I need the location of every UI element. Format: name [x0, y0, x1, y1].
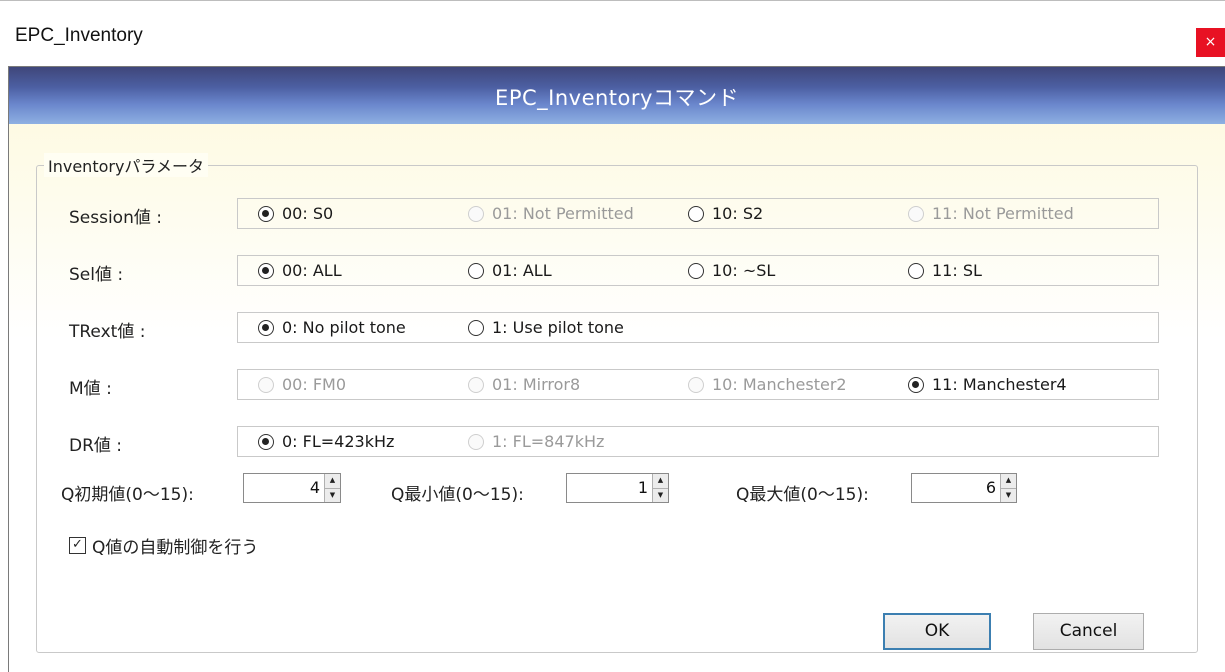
dr-option-1[interactable]: 1: FL=847kHz	[468, 432, 604, 451]
radio-icon	[688, 205, 704, 222]
inventory-parameters-group: Inventoryパラメータ	[36, 153, 1198, 653]
trext-option-0[interactable]: 0: No pilot tone	[258, 318, 406, 337]
sel-option-11[interactable]: 11: SL	[908, 261, 982, 280]
m-label: M値 :	[69, 379, 112, 399]
radio-icon	[258, 205, 274, 222]
option-label: 11: Manchester4	[932, 375, 1067, 394]
radio-icon	[258, 319, 274, 336]
option-label: 00: FM0	[282, 375, 347, 394]
sel-radio-group: 00: ALL 01: ALL 10: ~SL 11: SL	[237, 255, 1159, 286]
session-option-01[interactable]: 01: Not Permitted	[468, 204, 634, 223]
q-max-label: Q最大値(0〜15):	[736, 485, 869, 505]
session-radio-group: 00: S0 01: Not Permitted 10: S2 11: Not …	[237, 198, 1159, 229]
session-option-11[interactable]: 11: Not Permitted	[908, 204, 1074, 223]
trext-label: TRext値 :	[69, 322, 146, 342]
q-min-spinner[interactable]: 1 ▲ ▼	[566, 473, 669, 503]
radio-icon	[908, 376, 924, 393]
spin-up-icon[interactable]: ▲	[325, 474, 340, 489]
option-label: 00: S0	[282, 204, 334, 223]
radio-icon	[258, 262, 274, 279]
auto-q-control-checkbox[interactable]: ✓ Q値の自動制御を行う	[69, 533, 258, 558]
trext-radio-group: 0: No pilot tone 1: Use pilot tone	[237, 312, 1159, 343]
option-label: 1: FL=847kHz	[492, 432, 605, 451]
m-option-11[interactable]: 11: Manchester4	[908, 375, 1067, 394]
dr-label: DR値 :	[69, 436, 123, 456]
radio-icon	[468, 205, 484, 222]
ok-button[interactable]: OK	[883, 613, 991, 650]
option-label: 10: Manchester2	[712, 375, 847, 394]
session-option-10[interactable]: 10: S2	[688, 204, 763, 223]
q-min-value[interactable]: 1	[567, 474, 652, 502]
check-icon[interactable]: ✓	[69, 537, 86, 554]
q-max-spinner[interactable]: 6 ▲ ▼	[911, 473, 1017, 503]
session-option-00[interactable]: 00: S0	[258, 204, 333, 223]
radio-icon	[468, 376, 484, 393]
option-label: 11: SL	[932, 261, 982, 280]
m-option-10[interactable]: 10: Manchester2	[688, 375, 847, 394]
spinner-arrows[interactable]: ▲ ▼	[652, 474, 668, 502]
banner-title: EPC_Inventoryコマンド	[495, 86, 739, 110]
option-label: 01: Not Permitted	[492, 204, 634, 223]
option-label: 10: S2	[712, 204, 764, 223]
q-initial-spinner[interactable]: 4 ▲ ▼	[243, 473, 341, 503]
sel-option-10[interactable]: 10: ~SL	[688, 261, 775, 280]
radio-icon	[908, 205, 924, 222]
close-button[interactable]: ×	[1196, 28, 1225, 57]
title-bar: EPC_Inventory ×	[0, 0, 1225, 66]
group-legend: Inventoryパラメータ	[44, 153, 208, 177]
trext-option-1[interactable]: 1: Use pilot tone	[468, 318, 624, 337]
m-option-00[interactable]: 00: FM0	[258, 375, 346, 394]
option-label: 00: ALL	[282, 261, 342, 280]
auto-q-control-label: Q値の自動制御を行う	[92, 538, 259, 558]
m-radio-group: 00: FM0 01: Mirror8 10: Manchester2 11: …	[237, 369, 1159, 400]
option-label: 1: Use pilot tone	[492, 318, 624, 337]
option-label: 10: ~SL	[712, 261, 776, 280]
cancel-button[interactable]: Cancel	[1033, 613, 1144, 650]
spin-up-icon[interactable]: ▲	[653, 474, 668, 489]
sel-option-00[interactable]: 00: ALL	[258, 261, 342, 280]
sel-option-01[interactable]: 01: ALL	[468, 261, 552, 280]
spin-down-icon[interactable]: ▼	[325, 488, 340, 502]
radio-icon	[258, 376, 274, 393]
radio-icon	[908, 262, 924, 279]
radio-icon	[688, 376, 704, 393]
radio-icon	[468, 433, 484, 450]
spinner-arrows[interactable]: ▲ ▼	[324, 474, 340, 502]
option-label: 0: FL=423kHz	[282, 432, 395, 451]
m-option-01[interactable]: 01: Mirror8	[468, 375, 580, 394]
close-icon: ×	[1204, 34, 1217, 50]
q-min-label: Q最小値(0〜15):	[391, 485, 524, 505]
q-initial-label: Q初期値(0〜15):	[61, 485, 194, 505]
session-label: Session値 :	[69, 208, 162, 228]
q-max-value[interactable]: 6	[912, 474, 1000, 502]
radio-icon	[468, 262, 484, 279]
radio-icon	[258, 433, 274, 450]
window-title: EPC_Inventory	[15, 25, 143, 46]
radio-icon	[688, 262, 704, 279]
dr-option-0[interactable]: 0: FL=423kHz	[258, 432, 394, 451]
spinner-arrows[interactable]: ▲ ▼	[1000, 474, 1016, 502]
spin-down-icon[interactable]: ▼	[1001, 488, 1016, 502]
option-label: 01: Mirror8	[492, 375, 581, 394]
option-label: 01: ALL	[492, 261, 552, 280]
dialog-client-area: EPC_Inventoryコマンド Inventoryパラメータ Session…	[8, 66, 1225, 672]
q-initial-value[interactable]: 4	[244, 474, 324, 502]
spin-up-icon[interactable]: ▲	[1001, 474, 1016, 489]
dr-radio-group: 0: FL=423kHz 1: FL=847kHz	[237, 426, 1159, 457]
header-banner: EPC_Inventoryコマンド	[9, 67, 1225, 124]
option-label: 0: No pilot tone	[282, 318, 406, 337]
radio-icon	[468, 319, 484, 336]
spin-down-icon[interactable]: ▼	[653, 488, 668, 502]
option-label: 11: Not Permitted	[932, 204, 1074, 223]
sel-label: Sel値 :	[69, 265, 124, 285]
